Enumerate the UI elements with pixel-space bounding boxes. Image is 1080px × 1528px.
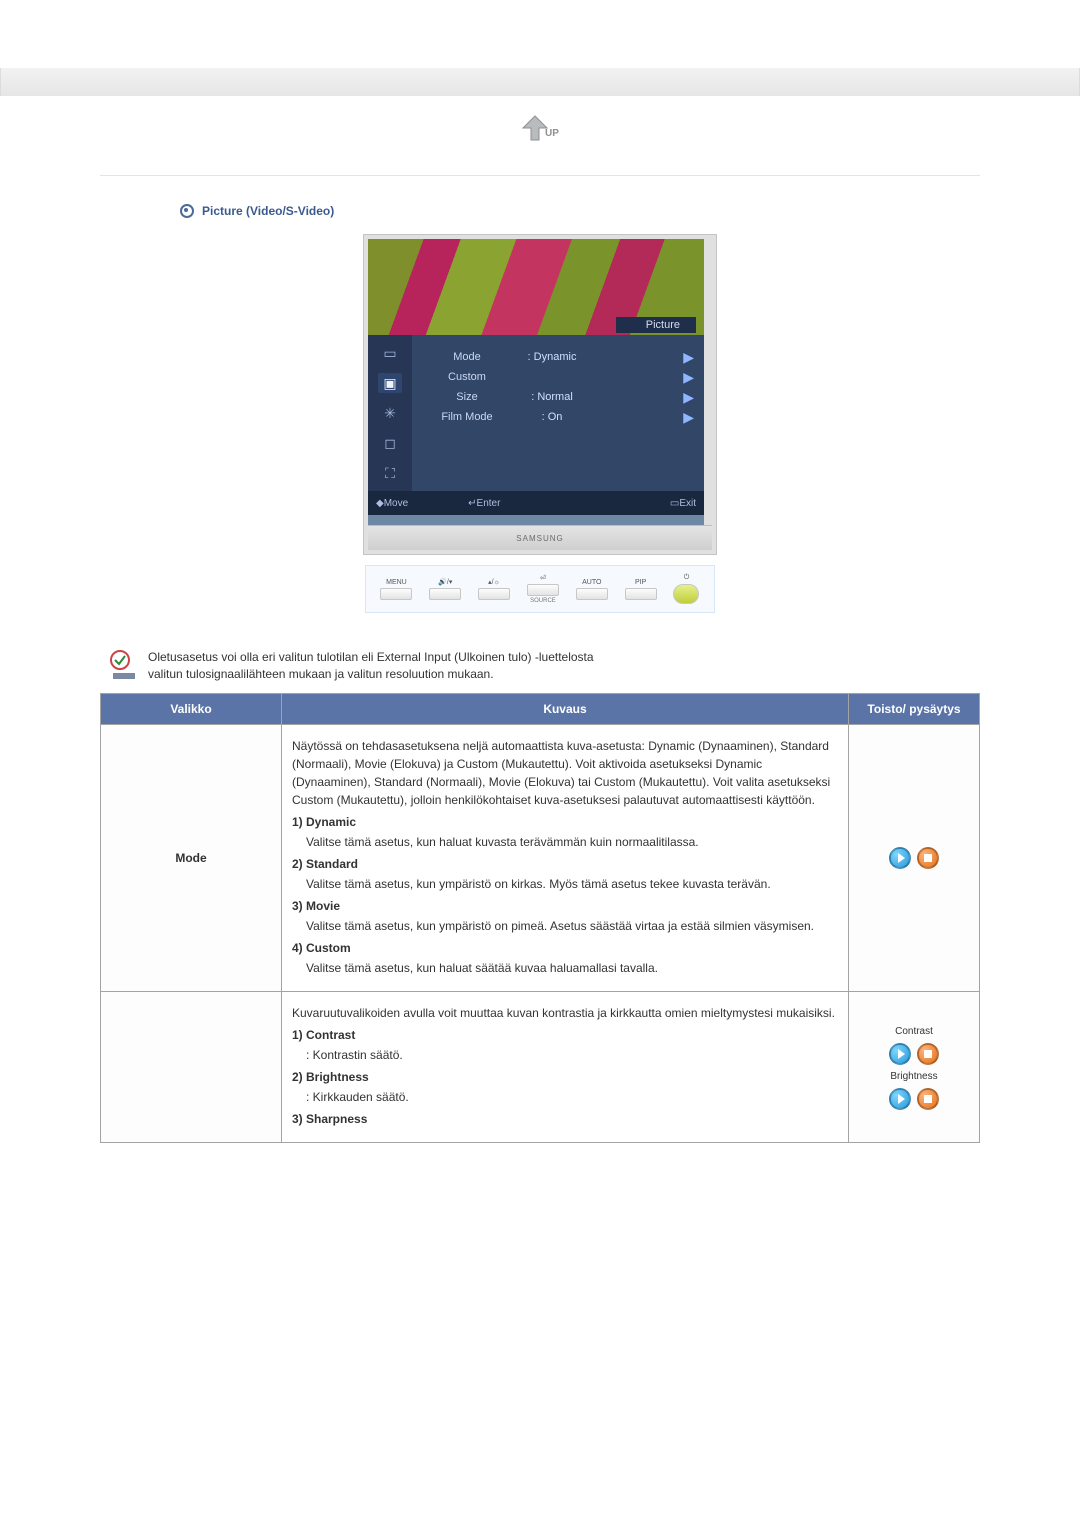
play-label: Contrast [895, 1024, 933, 1039]
bullet-icon [180, 204, 194, 218]
up-icon[interactable]: UP [513, 110, 567, 146]
cell-desc: Näytössä on tehdasasetuksena neljä autom… [282, 725, 849, 992]
top-toolbar [0, 68, 1080, 96]
osd-row-value: : On [512, 411, 592, 423]
picture-icon: ▣ [378, 373, 402, 393]
monitor-front-buttons: MENU 🔊/▾ ▴/☼ ⏎ SOURCE AUTO PIP ⏻ [365, 565, 715, 613]
osd-row-value: : Dynamic [512, 351, 592, 363]
setup-icon: ⛶ [378, 463, 402, 483]
section-title: Picture (Video/S-Video) [202, 204, 334, 218]
chevron-right-icon: ▶ [683, 409, 694, 426]
osd-row-value: : Normal [512, 391, 592, 403]
cell-play [849, 725, 980, 992]
osd-row-label: Custom [422, 371, 512, 383]
cell-play: Contrast Brightness [849, 992, 980, 1143]
settings-table: Valikko Kuvaus Toisto/ pysäytys Mode Näy… [100, 693, 980, 1143]
power-button: ⏻ [673, 574, 699, 604]
source-button: ⏎ SOURCE [527, 574, 559, 604]
th-desc: Kuvaus [282, 694, 849, 725]
stop-icon[interactable] [917, 847, 939, 869]
osd-panel-label: Picture [636, 317, 690, 333]
osd-row: Film Mode : On ▶ [422, 407, 694, 427]
osd-row-label: Size [422, 391, 512, 403]
auto-button: AUTO [576, 579, 608, 600]
osd-row: Custom ▶ [422, 367, 694, 387]
chevron-right-icon: ▶ [683, 349, 694, 366]
play-icon[interactable] [889, 847, 911, 869]
stop-icon[interactable] [917, 1043, 939, 1065]
vol-button: 🔊/▾ [429, 578, 461, 600]
play-icon[interactable] [889, 1043, 911, 1065]
play-label: Brightness [890, 1069, 937, 1084]
nav-move: Move [384, 498, 408, 509]
osd-navbar: ◆Move ↵Enter ▭Exit [368, 491, 704, 515]
nav-enter: Enter [477, 498, 501, 509]
bright-button: ▴/☼ [478, 578, 510, 600]
th-play: Toisto/ pysäytys [849, 694, 980, 725]
osd-menu-list: Mode : Dynamic ▶ Custom ▶ Size : Normal [412, 335, 704, 491]
osd-row-label: Film Mode [422, 411, 512, 423]
pip-icon: ◻ [378, 433, 402, 453]
pip-button: PIP [625, 579, 657, 600]
menu-button: MENU [380, 579, 412, 600]
nav-exit: Exit [679, 498, 696, 509]
table-row: Kuvaruutuvalikoiden avulla voit muuttaa … [101, 992, 980, 1143]
play-icon[interactable] [889, 1088, 911, 1110]
monitor-brand: SAMSUNG [516, 534, 563, 543]
svg-text:UP: UP [545, 128, 559, 139]
osd-row: Size : Normal ▶ [422, 387, 694, 407]
brightness-icon: ✳ [378, 403, 402, 423]
cell-menu [101, 992, 282, 1143]
osd-row-label: Mode [422, 351, 512, 363]
chevron-right-icon: ▶ [683, 369, 694, 386]
th-menu: Valikko [101, 694, 282, 725]
note-icon [100, 649, 148, 683]
monitor-osd-screenshot: Picture ▭ ▣ ✳ ◻ ⛶ Mode : Dynamic ▶ [363, 234, 717, 555]
cell-desc: Kuvaruutuvalikoiden avulla voit muuttaa … [282, 992, 849, 1143]
osd-category-icons: ▭ ▣ ✳ ◻ ⛶ [368, 335, 412, 491]
note-text: Oletusasetus voi olla eri valitun tuloti… [148, 649, 980, 683]
stop-icon[interactable] [917, 1088, 939, 1110]
input-icon: ▭ [378, 343, 402, 363]
osd-row: Mode : Dynamic ▶ [422, 347, 694, 367]
divider [100, 175, 980, 176]
monitor-bezel: SAMSUNG [368, 525, 712, 550]
cell-menu: Mode [101, 725, 282, 992]
chevron-right-icon: ▶ [683, 389, 694, 406]
table-row: Mode Näytössä on tehdasasetuksena neljä … [101, 725, 980, 992]
